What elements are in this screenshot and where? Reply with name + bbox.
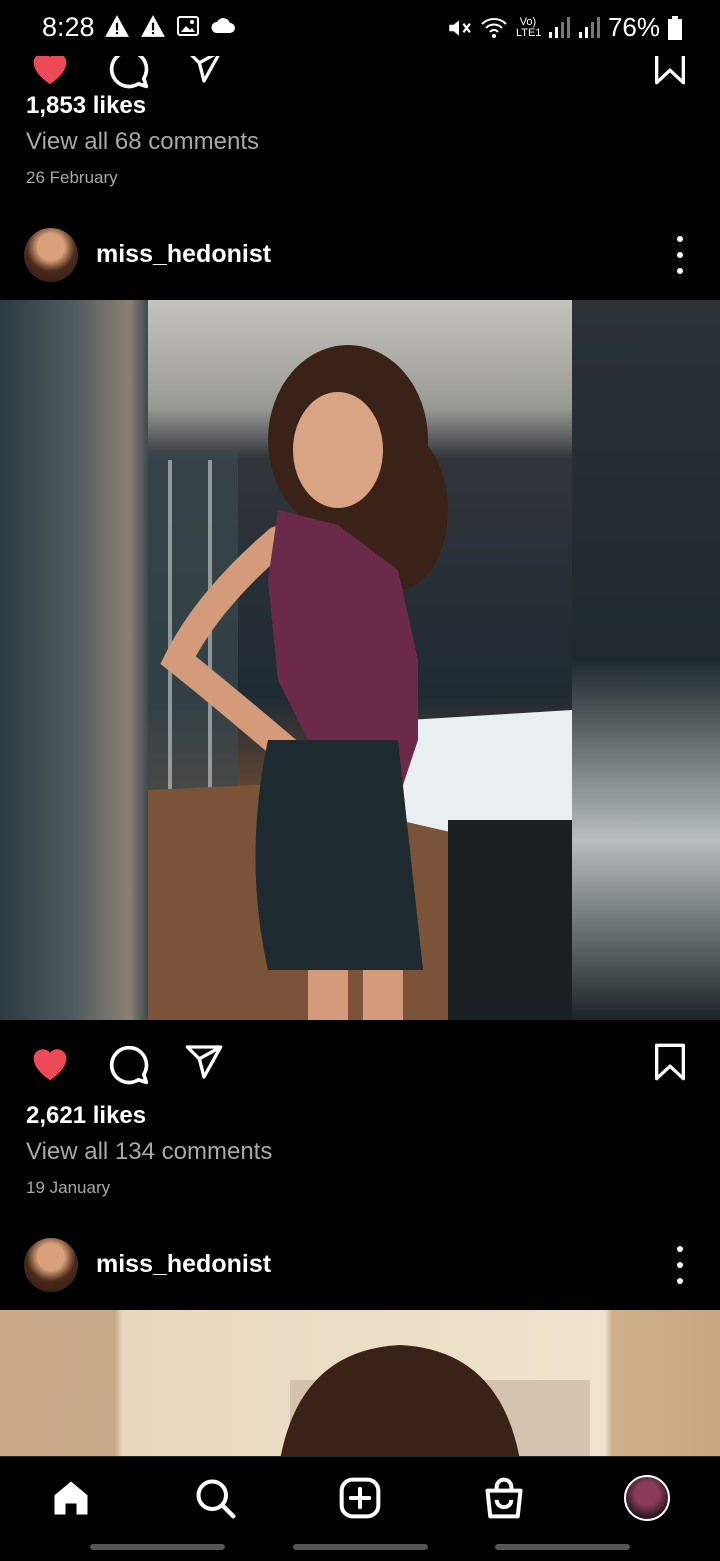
post-photo <box>148 300 572 1020</box>
post-image[interactable] <box>0 300 720 1020</box>
battery-percent: 76% <box>607 12 660 42</box>
shop-icon[interactable] <box>481 1475 527 1521</box>
bookmark-icon[interactable] <box>652 1042 688 1082</box>
avatar[interactable] <box>24 228 78 282</box>
warning-icon <box>141 15 165 37</box>
mute-icon <box>449 19 471 36</box>
likes-count[interactable]: 1,853 likes <box>26 92 146 120</box>
gesture-hint <box>495 1544 630 1550</box>
gesture-hint <box>90 1544 225 1550</box>
home-icon[interactable] <box>48 1475 94 1521</box>
status-bar: 8:28 Vo) LTE1 76% <box>0 0 720 56</box>
view-comments-link[interactable]: View all 134 comments <box>26 1138 272 1166</box>
wifi-icon <box>481 17 507 38</box>
post-actions-1 <box>0 1020 720 1100</box>
profile-avatar[interactable] <box>624 1475 670 1521</box>
gesture-hint <box>293 1544 428 1550</box>
likes-count[interactable]: 2,621 likes <box>26 1102 146 1130</box>
more-vertical-icon[interactable] <box>670 232 690 278</box>
feed[interactable]: 1,853 likes View all 68 comments 26 Febr… <box>0 0 720 1456</box>
more-vertical-icon[interactable] <box>670 1242 690 1288</box>
search-icon[interactable] <box>192 1475 238 1521</box>
post-date: 19 January <box>26 1178 111 1197</box>
warning-icon <box>105 15 129 37</box>
notification-icons <box>104 14 236 38</box>
post-date: 26 February <box>26 168 118 187</box>
image-icon <box>177 16 199 36</box>
network-label: Vo) LTE1 <box>515 15 542 39</box>
avatar[interactable] <box>24 1238 78 1292</box>
signal-icon <box>548 16 570 38</box>
heart-icon[interactable] <box>28 1042 72 1082</box>
add-post-icon[interactable] <box>337 1475 383 1521</box>
post-header: miss_hedonist <box>0 210 720 300</box>
image-blur-edge <box>572 300 720 1020</box>
signal-icon <box>578 16 600 38</box>
status-time: 8:28 <box>42 12 95 42</box>
username[interactable]: miss_hedonist <box>96 1250 271 1279</box>
view-comments-link[interactable]: View all 68 comments <box>26 128 259 156</box>
battery-icon <box>668 15 682 40</box>
send-icon[interactable] <box>184 1042 224 1082</box>
status-right: Vo) LTE1 76% <box>446 12 682 43</box>
username[interactable]: miss_hedonist <box>96 240 271 269</box>
cloud-icon <box>211 18 235 33</box>
post-header: miss_hedonist <box>0 1220 720 1310</box>
post-image[interactable] <box>0 1310 720 1456</box>
comment-icon[interactable] <box>106 1042 150 1086</box>
